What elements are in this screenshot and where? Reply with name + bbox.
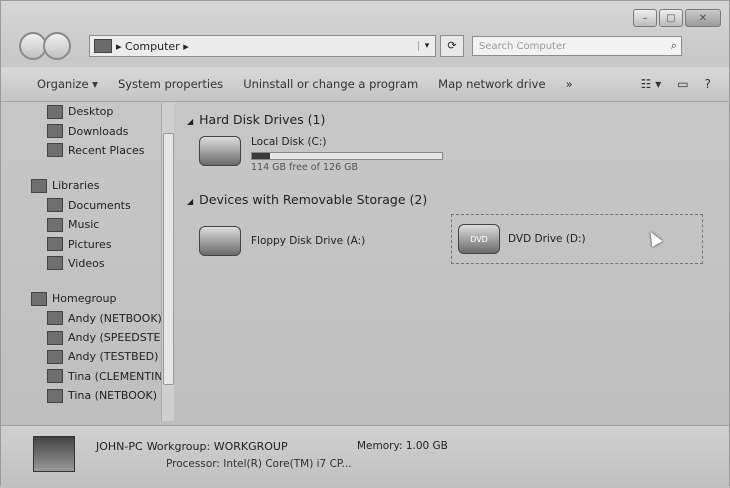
pictures-icon (47, 237, 63, 252)
sidebar-item-andy-speedster[interactable]: Andy (SPEEDSTER (31, 328, 161, 347)
sidebar-item-downloads[interactable]: Downloads (31, 121, 161, 140)
computer-icon (33, 436, 75, 472)
workgroup: Workgroup: WORKGROUP (146, 440, 288, 453)
user-icon (47, 330, 63, 345)
sidebar-item-label: Downloads (68, 124, 129, 138)
sidebar-item-label: Music (68, 218, 100, 232)
desktop-icon (47, 104, 63, 119)
user-icon (47, 311, 63, 326)
floppy-drive-item[interactable]: Floppy Disk Drive (A:) (199, 226, 365, 256)
sidebar-item-andy-netbook[interactable]: Andy (NETBOOK) (31, 309, 161, 328)
sidebar-item-documents[interactable]: Documents (31, 196, 161, 215)
sidebar-item-label: Tina (NETBOOK) (68, 389, 158, 403)
user-icon (47, 388, 63, 403)
minimize-button[interactable]: – (633, 9, 657, 27)
sidebar-item-andy-testbed[interactable]: Andy (TESTBED) (31, 347, 161, 366)
disk-usage-bar (251, 152, 443, 160)
drive-name: DVD Drive (D:) (508, 233, 586, 245)
drive-free-space: 114 GB free of 126 GB (251, 162, 359, 173)
search-placeholder: Search Computer (479, 40, 567, 52)
sidebar-item-videos[interactable]: Videos (31, 254, 161, 273)
sidebar-item-pictures[interactable]: Pictures (31, 234, 161, 253)
homegroup-icon (31, 291, 47, 306)
sidebar-item-label: Videos (68, 256, 105, 270)
forward-button[interactable] (43, 32, 71, 60)
sidebar-item-recent-places[interactable]: Recent Places (31, 141, 161, 160)
group-label: Devices with Removable Storage (2) (199, 192, 428, 207)
sidebar-item-label: Andy (SPEEDSTER (68, 331, 161, 345)
sidebar-item-music[interactable]: Music (31, 215, 161, 234)
preview-pane-icon[interactable]: ▭ (677, 77, 688, 91)
disk-usage-fill (252, 153, 271, 159)
map-network-drive-button[interactable]: Map network drive (438, 77, 545, 91)
sidebar-item-label: Andy (TESTBED) (68, 350, 159, 364)
sidebar-item-tina-netbook[interactable]: Tina (NETBOOK) (31, 386, 161, 405)
address-dropdown-button[interactable]: ▾ (418, 41, 435, 51)
downloads-icon (47, 124, 63, 139)
mouse-cursor-icon (645, 228, 663, 248)
computer-name: JOHN-PC (96, 440, 143, 453)
system-properties-button[interactable]: System properties (118, 77, 223, 91)
sidebar-item-desktop[interactable]: Desktop (31, 102, 161, 121)
floppy-drive-icon (199, 226, 241, 256)
processor: Processor: Intel(R) Core(TM) i7 CP... (166, 458, 352, 470)
sidebar-item-homegroup[interactable]: Homegroup (31, 289, 161, 308)
removable-storage-group[interactable]: ◢ Devices with Removable Storage (2) (187, 192, 427, 207)
content-pane: ◢ Hard Disk Drives (1) Local Disk (C:) 11… (177, 102, 729, 424)
dvd-drive-icon: DVD (458, 224, 500, 254)
local-disk-item[interactable]: Local Disk (C:) 114 GB free of 126 GB (199, 136, 443, 173)
drive-name: Local Disk (C:) (251, 136, 327, 148)
command-bar: Organize ▾ System properties Uninstall o… (1, 67, 729, 102)
address-path[interactable]: ▸ Computer ▸ (116, 40, 189, 53)
view-options-icon[interactable]: ☷ ▾ (641, 77, 662, 91)
search-input[interactable]: Search Computer ⌕ (472, 36, 682, 56)
user-icon (47, 349, 63, 364)
sidebar-item-libraries[interactable]: Libraries (31, 176, 161, 195)
uninstall-program-button[interactable]: Uninstall or change a program (243, 77, 418, 91)
sidebar-item-label: Andy (NETBOOK) (68, 311, 161, 325)
hard-disk-drives-group[interactable]: ◢ Hard Disk Drives (1) (187, 112, 325, 127)
help-icon[interactable]: ? (705, 77, 711, 91)
collapse-icon[interactable]: ◢ (187, 117, 193, 126)
refresh-button[interactable]: ⟳ (440, 35, 464, 57)
sidebar-item-label: Recent Places (68, 143, 145, 157)
sidebar-item-label: Pictures (68, 237, 112, 251)
computer-icon (94, 39, 112, 53)
hard-drive-icon (199, 136, 241, 166)
sidebar-item-label: Libraries (52, 179, 100, 193)
sidebar-item-label: Homegroup (52, 292, 117, 306)
sidebar-item-label: Desktop (68, 105, 114, 119)
details-pane: JOHN-PC Workgroup: WORKGROUP Memory: 1.00… (1, 425, 729, 488)
drive-name: Floppy Disk Drive (A:) (251, 235, 366, 247)
scrollbar-thumb[interactable] (163, 133, 174, 385)
search-icon[interactable]: ⌕ (671, 39, 677, 53)
window-controls: – □ ✕ (633, 9, 721, 27)
libraries-icon (31, 178, 47, 193)
sidebar-scrollbar[interactable] (161, 103, 174, 421)
dvd-drive-item[interactable]: DVD DVD Drive (D:) (451, 214, 703, 264)
organize-button[interactable]: Organize ▾ (37, 77, 98, 91)
recent-places-icon (47, 143, 63, 158)
sidebar-item-label: Tina (CLEMENTINE (68, 369, 161, 383)
sidebar-item-label: Documents (68, 198, 131, 212)
collapse-icon[interactable]: ◢ (187, 197, 193, 206)
maximize-button[interactable]: □ (659, 9, 683, 27)
navigation-pane: Desktop Downloads Recent Places Librarie… (31, 102, 161, 420)
music-icon (47, 217, 63, 232)
videos-icon (47, 256, 63, 271)
sidebar-item-tina-clementine[interactable]: Tina (CLEMENTINE (31, 367, 161, 386)
navigation-bar: ▸ Computer ▸ ▾ ⟳ Search Computer ⌕ (19, 29, 719, 63)
close-button[interactable]: ✕ (685, 9, 721, 27)
memory: Memory: 1.00 GB (357, 440, 448, 452)
user-icon (47, 369, 63, 384)
address-bar[interactable]: ▸ Computer ▸ ▾ (89, 35, 436, 57)
dvd-badge: DVD (470, 234, 488, 244)
documents-icon (47, 198, 63, 213)
explorer-window: – □ ✕ ▸ Computer ▸ ▾ ⟳ Search Computer ⌕… (0, 0, 730, 488)
more-commands-button[interactable]: » (566, 77, 573, 91)
group-label: Hard Disk Drives (1) (199, 112, 326, 127)
